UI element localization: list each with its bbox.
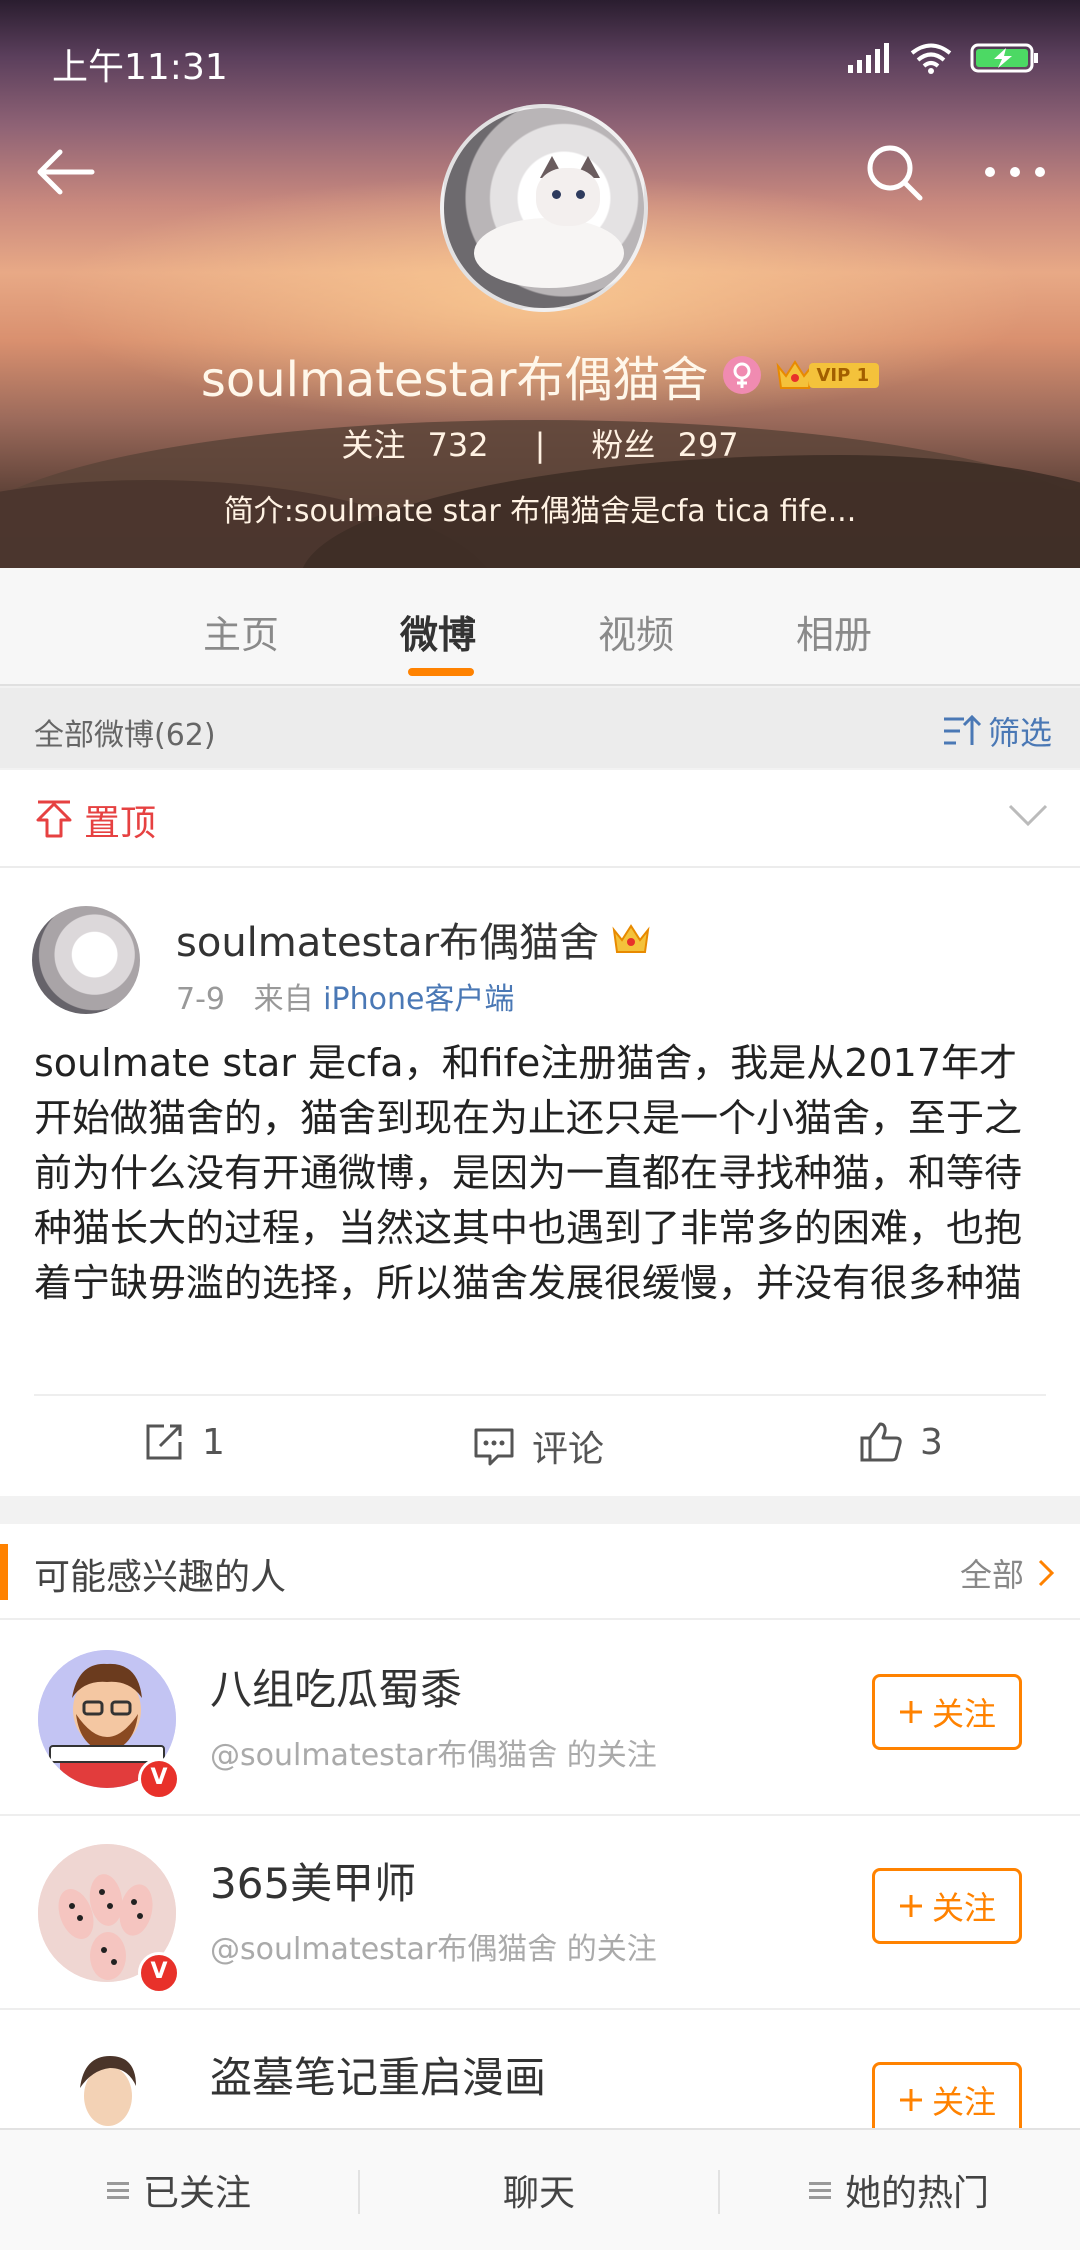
status-time: 上午11:31 (52, 47, 228, 88)
like-count: 3 (920, 1421, 943, 1463)
comment-label: 评论 (532, 1429, 605, 1470)
tab-video[interactable]: 视频 (598, 604, 674, 659)
profile-name-row: soulmatestar布偶猫舍 VIP 1 (0, 340, 1080, 410)
repost-button[interactable]: 1 (142, 1420, 225, 1464)
filter-bar: 全部微博(62) 筛选 (0, 688, 1080, 768)
verified-badge: V (138, 1758, 180, 1800)
profile-name: soulmatestar布偶猫舍 (200, 352, 709, 408)
follow-button[interactable]: 关注 (872, 1674, 1022, 1750)
recommended-title: 可能感兴趣的人 (34, 1557, 287, 1598)
filter-label: 筛选 (987, 714, 1052, 752)
menu-icon (808, 2178, 831, 2203)
follow-button[interactable]: 关注 (872, 1868, 1022, 1944)
menu-icon (106, 2178, 129, 2203)
divider (34, 1394, 1046, 1396)
status-bar: 上午11:31 (0, 0, 1080, 120)
vip-level: VIP 1 (808, 362, 880, 388)
post-author-avatar[interactable] (32, 906, 140, 1014)
profile-avatar[interactable] (440, 104, 648, 312)
user-name[interactable]: 盗墓笔记重启漫画 (210, 2044, 546, 2105)
stats-separator: | (534, 426, 546, 464)
post-source-prefix: 来自 (253, 982, 314, 1017)
profile-bio[interactable]: 简介:soulmate star 布偶猫舍是cfa tica fife... (0, 486, 1080, 530)
more-button[interactable] (980, 140, 1050, 204)
followed-label: 已关注 (142, 2173, 251, 2214)
following-stat[interactable]: 关注 732 (335, 426, 494, 464)
user-reason: @soulmatestar布偶猫舍 的关注 (210, 1738, 657, 1773)
wifi-icon (910, 43, 952, 74)
user-name[interactable]: 八组吃瓜蜀黍 (210, 1656, 462, 1717)
female-gender-icon (722, 356, 761, 394)
thumbs-up-icon (860, 1422, 902, 1462)
followed-button[interactable]: 已关注 (0, 2130, 358, 2250)
repost-count: 1 (202, 1421, 225, 1463)
following-count: 732 (427, 426, 489, 464)
active-tab-indicator (408, 668, 474, 676)
followers-label: 粉丝 (591, 426, 656, 464)
follow-label: 关注 (931, 1695, 996, 1733)
plus-icon (899, 1701, 922, 1723)
arrow-left-icon (37, 149, 95, 195)
like-button[interactable]: 3 (858, 1420, 943, 1464)
pin-top-icon (36, 800, 72, 838)
post-date: 7-9 (176, 982, 225, 1017)
signal-icon (848, 43, 889, 73)
weibo-post[interactable]: soulmatestar布偶猫舍 7-9 来自 iPhone客户端 soulma… (0, 868, 1080, 1496)
plus-icon (899, 2089, 922, 2111)
post-source[interactable]: iPhone客户端 (323, 982, 514, 1017)
follow-label: 关注 (931, 1889, 996, 1927)
weibo-count: 全部微博(62) (34, 718, 216, 753)
verified-badge: V (138, 1952, 180, 1994)
search-icon (867, 145, 923, 201)
profile-tabs: 主页 微博 视频 相册 (0, 568, 1080, 686)
post-author-name[interactable]: soulmatestar布偶猫舍 (176, 910, 599, 968)
recommended-users: 可能感兴趣的人 全部 V 八组吃瓜蜀黍 @soulmatestar布偶猫舍 的关… (0, 1524, 1080, 2176)
post-actions: 1 评论 3 (0, 1398, 1080, 1494)
recommended-user[interactable]: V 365美甲师 @soulmatestar布偶猫舍 的关注 关注 (0, 1814, 1080, 2010)
pinned-header[interactable]: 置顶 (0, 770, 1080, 868)
bottom-action-bar: 已关注 聊天 她的热门 (0, 2128, 1080, 2250)
battery-icon (970, 43, 1038, 73)
profile-stats: 关注 732 | 粉丝 297 (0, 420, 1080, 466)
post-author-row: soulmatestar布偶猫舍 (176, 910, 651, 968)
followers-count: 297 (677, 426, 739, 464)
recommended-header: 可能感兴趣的人 全部 (0, 1524, 1080, 1620)
back-button[interactable] (34, 140, 98, 204)
plus-icon (899, 1895, 922, 1917)
hot-posts-label: 她的热门 (844, 2173, 989, 2214)
post-text: soulmate star 是cfa，和fife注册猫舍，我是从2017年才开始… (34, 1041, 1023, 1305)
post-meta: 7-9 来自 iPhone客户端 (176, 974, 514, 1018)
search-button[interactable] (862, 140, 926, 204)
user-name[interactable]: 365美甲师 (210, 1850, 416, 1911)
filter-button[interactable]: 筛选 (942, 708, 1052, 754)
comment-button[interactable]: 评论 (472, 1420, 604, 1472)
filter-icon (943, 714, 982, 745)
user-reason: @soulmatestar布偶猫舍 的关注 (210, 1932, 657, 1967)
tab-weibo[interactable]: 微博 (400, 604, 476, 659)
vip-badge[interactable]: VIP 1 (775, 358, 880, 392)
chevron-down-icon[interactable] (1006, 800, 1050, 830)
hot-posts-button[interactable]: 她的热门 (720, 2130, 1078, 2250)
recommended-user[interactable]: V 八组吃瓜蜀黍 @soulmatestar布偶猫舍 的关注 关注 (0, 1620, 1080, 1816)
section-accent-bar (0, 1544, 8, 1600)
see-all-label: 全部 (959, 1556, 1024, 1594)
following-label: 关注 (341, 426, 406, 464)
profile-header: 上午11:31 soulmatestar布偶猫舍 VIP 1 关注 732 | … (0, 0, 1080, 568)
crown-icon (612, 924, 650, 953)
follow-label: 关注 (931, 2083, 996, 2121)
tab-home[interactable]: 主页 (203, 604, 279, 659)
chat-button[interactable]: 聊天 (360, 2130, 718, 2250)
chevron-right-icon (1038, 1559, 1055, 1587)
pinned-label: 置顶 (84, 803, 157, 844)
followers-stat[interactable]: 粉丝 297 (585, 426, 744, 464)
more-dots-icon (985, 167, 1045, 177)
comment-icon (474, 1428, 514, 1466)
repost-icon (146, 1424, 182, 1460)
see-all-button[interactable]: 全部 (960, 1550, 1056, 1596)
pinned-label-group: 置顶 (34, 794, 156, 846)
tab-album[interactable]: 相册 (796, 604, 872, 659)
chat-label: 聊天 (502, 2173, 575, 2214)
follow-button[interactable]: 关注 (872, 2062, 1022, 2138)
